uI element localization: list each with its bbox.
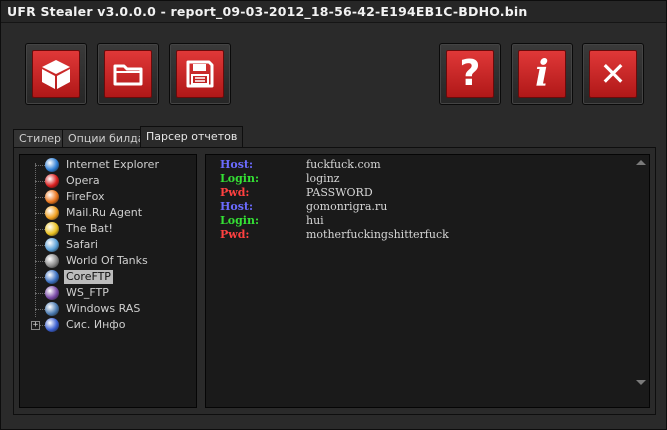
report-key: Login: bbox=[220, 172, 259, 185]
tree-item-label: Mail.Ru Agent bbox=[66, 206, 143, 219]
close-button[interactable]: ✕ bbox=[582, 43, 644, 105]
vertical-scrollbar[interactable] bbox=[633, 155, 649, 407]
coreftp-icon bbox=[45, 270, 59, 284]
tree-item[interactable]: The Bat! bbox=[20, 221, 196, 237]
info-button[interactable]: i bbox=[511, 43, 573, 105]
world-of-tanks-icon bbox=[45, 254, 59, 268]
tree-item[interactable]: Safari bbox=[20, 237, 196, 253]
expand-icon[interactable]: + bbox=[31, 321, 40, 330]
tree-branch-line bbox=[35, 181, 45, 182]
tree-item-label: Safari bbox=[66, 238, 98, 251]
tree-item[interactable]: Opera bbox=[20, 173, 196, 189]
report-value: motherfuckingshitterfuck bbox=[306, 228, 449, 241]
safari-icon bbox=[45, 238, 59, 252]
tab-build-options[interactable]: Опции билда bbox=[62, 129, 151, 148]
scroll-up-icon[interactable] bbox=[636, 160, 646, 165]
folder-icon bbox=[113, 64, 143, 86]
internet-explorer-icon bbox=[45, 158, 59, 172]
report-value: hui bbox=[306, 214, 324, 227]
tree-item-label: Opera bbox=[66, 174, 100, 187]
title-bar[interactable]: UFR Stealer v3.0.0.0 - report_09-03-2012… bbox=[1, 1, 666, 23]
tree-item[interactable]: FireFox bbox=[20, 189, 196, 205]
info-icon: i bbox=[535, 53, 549, 95]
tree-item-label: WS_FTP bbox=[66, 286, 109, 299]
app-window: UFR Stealer v3.0.0.0 - report_09-03-2012… bbox=[0, 0, 667, 430]
report-value: loginz bbox=[306, 172, 340, 185]
tree-branch-line bbox=[35, 197, 45, 198]
tree-branch-line bbox=[35, 293, 45, 294]
tree-item[interactable]: World Of Tanks bbox=[20, 253, 196, 269]
opera-icon bbox=[45, 174, 59, 188]
tree-branch-line bbox=[35, 261, 45, 262]
build-button[interactable] bbox=[25, 43, 87, 105]
tree-item[interactable]: Mail.Ru Agent bbox=[20, 205, 196, 221]
report-view[interactable]: Host: fuckfuck.com Login: loginz Pwd: PASSWOR… bbox=[205, 154, 650, 408]
the-bat-icon bbox=[45, 222, 59, 236]
close-icon: ✕ bbox=[599, 55, 627, 93]
question-icon: ? bbox=[459, 53, 481, 94]
help-button[interactable]: ? bbox=[439, 43, 501, 105]
tree-item[interactable]: CoreFTP bbox=[20, 269, 196, 285]
program-tree[interactable]: Internet Explorer Opera FireFox Mail.Ru Age… bbox=[19, 154, 197, 408]
report-key: Pwd: bbox=[220, 228, 250, 241]
scroll-down-icon[interactable] bbox=[636, 380, 646, 385]
tab-stealer[interactable]: Стилер bbox=[13, 129, 68, 148]
tab-report-parser[interactable]: Парсер отчетов bbox=[140, 126, 244, 148]
ws-ftp-icon bbox=[45, 286, 59, 300]
report-value: gomonrigra.ru bbox=[306, 200, 388, 213]
firefox-icon bbox=[45, 190, 59, 204]
mailru-agent-icon bbox=[45, 206, 59, 220]
tree-branch-line bbox=[35, 229, 45, 230]
save-button[interactable] bbox=[169, 43, 231, 105]
open-button[interactable] bbox=[97, 43, 159, 105]
tree-item-label: World Of Tanks bbox=[66, 254, 148, 267]
system-info-icon bbox=[45, 318, 59, 332]
tree-item-label: Сис. Инфо bbox=[66, 318, 126, 331]
report-key: Login: bbox=[220, 214, 259, 227]
report-value: fuckfuck.com bbox=[306, 158, 381, 171]
tree-item-label: FireFox bbox=[66, 190, 105, 203]
floppy-disk-icon bbox=[186, 60, 214, 88]
tree-item-label: Windows RAS bbox=[66, 302, 141, 315]
windows-ras-icon bbox=[45, 302, 59, 316]
tree-item-label: CoreFTP bbox=[64, 270, 113, 284]
tree-item-label: Internet Explorer bbox=[66, 158, 159, 171]
tree-branch-line bbox=[35, 245, 45, 246]
report-key: Host: bbox=[220, 200, 254, 213]
report-value: PASSWORD bbox=[306, 186, 373, 199]
tree-item[interactable]: + Сис. Инфо bbox=[20, 317, 196, 333]
tree-item[interactable]: Windows RAS bbox=[20, 301, 196, 317]
tree-branch-line bbox=[35, 309, 45, 310]
tree-branch-line bbox=[35, 213, 45, 214]
tree-item[interactable]: WS_FTP bbox=[20, 285, 196, 301]
tree-item[interactable]: Internet Explorer bbox=[20, 157, 196, 173]
window-title: UFR Stealer v3.0.0.0 - report_09-03-2012… bbox=[7, 4, 528, 19]
tree-branch-line bbox=[35, 277, 45, 278]
tree-branch-line bbox=[35, 165, 45, 166]
cube-icon bbox=[42, 60, 70, 89]
report-key: Host: bbox=[220, 158, 254, 171]
tree-item-label: The Bat! bbox=[66, 222, 113, 235]
report-key: Pwd: bbox=[220, 186, 250, 199]
